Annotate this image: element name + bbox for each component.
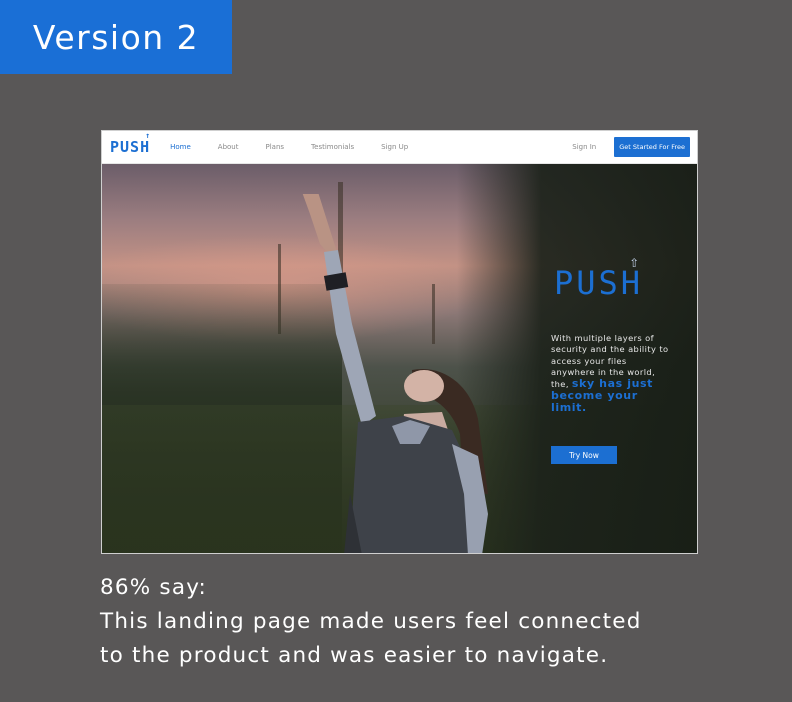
up-arrow-icon: ↑ xyxy=(145,131,152,140)
hero-text-prefix: the, xyxy=(551,379,569,390)
nav-logo-text: PUSH xyxy=(110,138,151,156)
mockup-navbar: PUSH ↑ Home About Plans Testimonials Sig… xyxy=(102,131,697,164)
caption-stat: 86% say: xyxy=(100,575,208,600)
nav-link-sign-up[interactable]: Sign Up xyxy=(381,143,408,151)
hero-description: With multiple layers of security and the… xyxy=(551,333,689,413)
hero-text-line: access your files xyxy=(551,355,627,366)
try-now-button[interactable]: Try Now xyxy=(551,446,617,464)
nav-logo[interactable]: PUSH ↑ xyxy=(110,131,151,156)
nav-link-testimonials[interactable]: Testimonials xyxy=(311,143,354,151)
hero-highlight: sky has just xyxy=(571,377,654,391)
up-arrow-icon: ⇧ xyxy=(629,252,643,271)
nav-link-plans[interactable]: Plans xyxy=(266,143,285,151)
sign-in-link[interactable]: Sign In xyxy=(572,143,596,151)
hero-highlight: limit. xyxy=(551,400,587,414)
nav-link-home[interactable]: Home xyxy=(170,143,191,151)
hero-photo-person xyxy=(302,194,488,553)
hero-section: PUSH ⇧ With multiple layers of security … xyxy=(102,164,697,553)
caption-line: This landing page made users feel connec… xyxy=(100,609,642,634)
hero-text-line: With multiple layers of xyxy=(551,333,654,343)
caption-line: to the product and was easier to navigat… xyxy=(100,643,609,668)
nav-link-about[interactable]: About xyxy=(218,143,239,151)
version-tag: Version 2 xyxy=(0,0,232,74)
hero-text-line: security and the ability to xyxy=(551,344,669,355)
hero-logo: PUSH ⇧ xyxy=(554,252,643,302)
result-caption: 86% say: This landing page made users fe… xyxy=(100,571,780,673)
landing-page-mockup: PUSH ↑ Home About Plans Testimonials Sig… xyxy=(101,130,698,554)
get-started-button[interactable]: Get Started For Free xyxy=(614,137,690,157)
